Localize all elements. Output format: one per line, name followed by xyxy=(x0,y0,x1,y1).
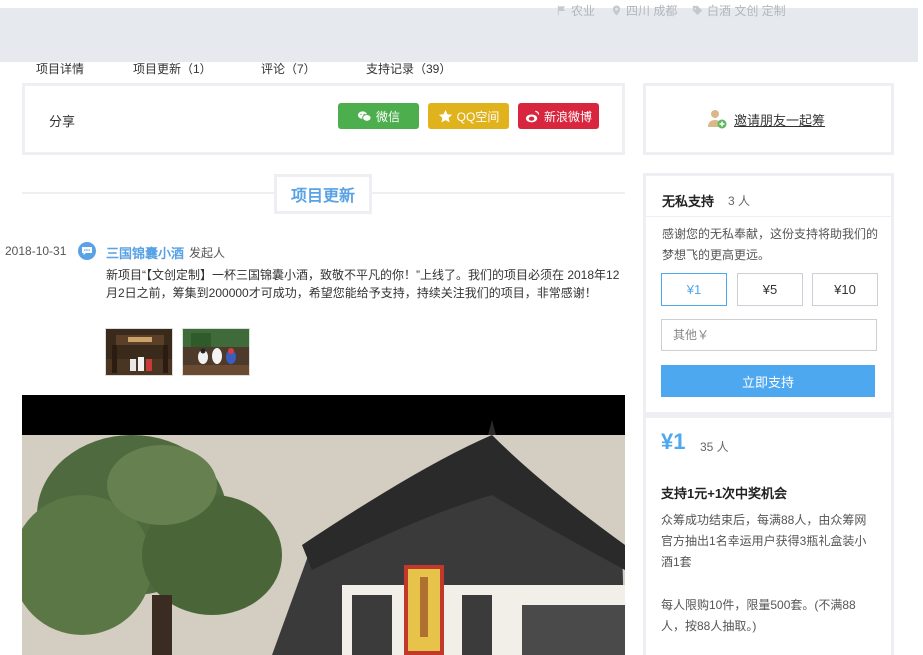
amount-option-10[interactable]: ¥10 xyxy=(812,273,878,306)
share-panel: 分享 微信 QQ空间 新浪微博 xyxy=(22,83,625,155)
share-wechat-button[interactable]: 微信 xyxy=(338,103,419,129)
tier-backer-count: 35 人 xyxy=(700,440,729,454)
free-support-title: 无私支持 xyxy=(662,194,715,209)
support-now-button[interactable]: 立即支持 xyxy=(661,365,875,397)
update-thumbnail-1[interactable] xyxy=(105,328,173,376)
category-meta[interactable]: 农业 xyxy=(556,2,595,19)
share-qq-label: QQ空间 xyxy=(456,109,500,124)
share-qq-button[interactable]: QQ空间 xyxy=(428,103,509,129)
tab-support-records[interactable]: 支持记录（39） xyxy=(366,60,451,77)
category-label: 农业 xyxy=(571,4,596,18)
free-support-count: 3 人 xyxy=(728,194,751,208)
share-weibo-button[interactable]: 新浪微博 xyxy=(518,103,599,129)
tag-icon xyxy=(692,5,703,16)
support-divider xyxy=(646,216,891,217)
tags-meta[interactable]: 白酒 文创 定制 xyxy=(692,2,786,19)
tier-title: 支持1元+1次中奖机会 xyxy=(661,486,788,501)
update-body: 新项目“【文创定制】一杯三国锦囊小酒，致敬不平凡的你！”上线了。我们的项目必须在… xyxy=(106,268,620,300)
location-label: 四川 成都 xyxy=(626,4,678,18)
other-amount-input[interactable] xyxy=(661,319,877,351)
update-date: 2018-10-31 xyxy=(5,244,67,258)
share-label: 分享 xyxy=(49,114,76,129)
flag-icon xyxy=(557,5,566,16)
free-support-panel: 无私支持 3 人 感谢您的无私奉献，这份支持将助我们的梦想飞的更高更远。 ¥1 … xyxy=(643,173,894,415)
tier-price: ¥1 xyxy=(661,429,686,454)
updates-section-title: 项目更新 xyxy=(274,174,372,214)
comment-bubble-icon xyxy=(78,242,96,260)
update-author-role: 发起人 xyxy=(189,246,226,260)
free-support-desc: 感谢您的无私奉献，这份支持将助我们的梦想飞的更高更远。 xyxy=(662,227,879,262)
update-thumbnail-2[interactable] xyxy=(182,328,250,376)
tier-limit: 每人限购10件，限量500套。(不满88人，按88人抽取。) xyxy=(661,598,856,633)
tier-description: 众筹成功结束后，每满88人，由众筹网官方抽出1名幸运用户获得3瓶礼盒装小酒1套 xyxy=(661,513,867,569)
add-friend-icon xyxy=(708,110,727,129)
project-photo xyxy=(22,395,625,655)
location-meta[interactable]: 四川 成都 xyxy=(611,2,677,19)
project-tabs: 项目详情 项目更新（1） 评论（7） 支持记录（39） xyxy=(0,60,620,78)
reward-tier-panel[interactable]: ¥1 35 人 支持1元+1次中奖机会 众筹成功结束后，每满88人，由众筹网官方… xyxy=(643,415,894,655)
divider-left xyxy=(22,192,274,194)
tab-updates[interactable]: 项目更新（1） xyxy=(133,60,212,77)
amount-option-1[interactable]: ¥1 xyxy=(661,273,727,306)
tags-label: 白酒 文创 定制 xyxy=(707,4,786,18)
weibo-icon xyxy=(525,110,540,122)
invite-link[interactable]: 邀请朋友一起筹 xyxy=(734,110,825,129)
wechat-icon xyxy=(357,110,372,122)
tab-details[interactable]: 项目详情 xyxy=(36,60,84,77)
update-author-link[interactable]: 三国锦囊小酒 xyxy=(106,243,184,262)
tab-comments[interactable]: 评论（7） xyxy=(261,60,316,77)
invite-friends[interactable]: 邀请朋友一起筹 xyxy=(706,108,825,130)
divider-right xyxy=(372,192,625,194)
star-icon xyxy=(438,109,452,122)
location-pin-icon xyxy=(612,5,621,16)
share-weibo-label: 新浪微博 xyxy=(543,109,592,124)
invite-panel: 邀请朋友一起筹 xyxy=(643,83,894,155)
amount-option-5[interactable]: ¥5 xyxy=(737,273,803,306)
share-wechat-label: 微信 xyxy=(375,109,400,124)
